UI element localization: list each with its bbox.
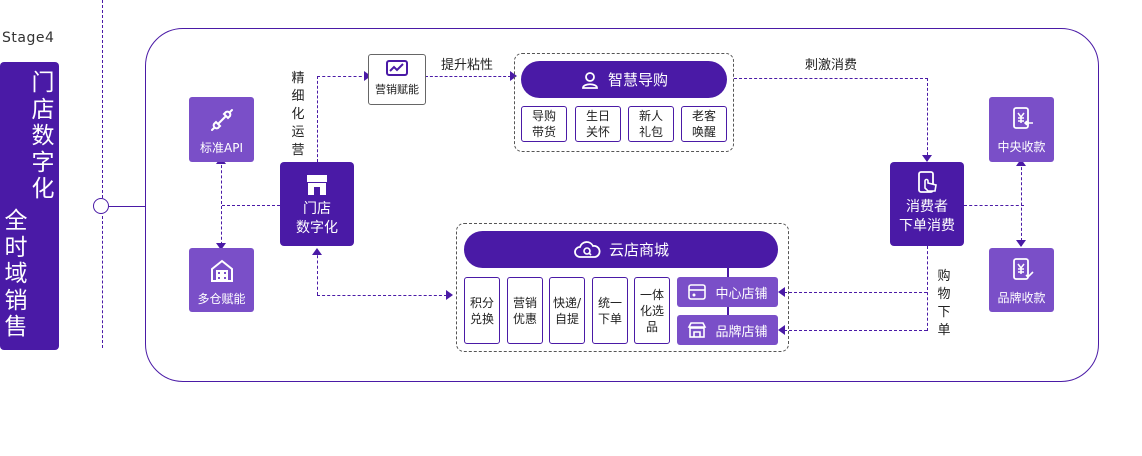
smart-to-consumer-line bbox=[734, 78, 928, 79]
cloud-item-4[interactable]: 一体 化选品 bbox=[634, 277, 670, 344]
api-label: 标准API bbox=[200, 141, 243, 155]
register-icon bbox=[688, 284, 707, 300]
store-label-1: 门店 bbox=[303, 201, 331, 217]
smart-title-pill[interactable]: 智慧导购 bbox=[521, 61, 727, 98]
cloud-item-1-line2: 优惠 bbox=[512, 311, 537, 326]
brand-collect-card[interactable]: 品牌收款 bbox=[989, 248, 1054, 312]
store-label-2: 数字化 bbox=[296, 220, 338, 236]
cloud-item-0[interactable]: 积分 兑换 bbox=[464, 277, 500, 344]
timeline-line-bottom bbox=[102, 216, 103, 348]
brand-store-button[interactable]: 品牌店铺 bbox=[677, 315, 778, 345]
timeline-node bbox=[93, 198, 109, 214]
cloud-item-1[interactable]: 营销 优惠 bbox=[507, 277, 543, 344]
cloud-search-icon bbox=[574, 240, 601, 258]
arrow-right-cloud bbox=[446, 290, 453, 300]
cloud-item-0-line1: 积分 bbox=[469, 295, 494, 310]
central-collect-card[interactable]: 中央收款 bbox=[989, 97, 1054, 162]
stage-banner: 门店数字化 全时域销售 bbox=[0, 62, 59, 350]
store-down-line bbox=[317, 250, 318, 295]
cloud-item-2[interactable]: 快递/自提 bbox=[549, 277, 585, 344]
cloud-title: 云店商城 bbox=[608, 241, 669, 259]
smart-item-3-line2: 唤醒 bbox=[691, 125, 716, 139]
banner-text-1: 门店数字化 bbox=[31, 70, 55, 202]
warehouse-card[interactable]: 多仓赋能 bbox=[189, 248, 254, 312]
marketing-card[interactable]: 营销赋能 bbox=[368, 54, 426, 105]
brand-store-label: 品牌店铺 bbox=[715, 324, 768, 340]
smart-item-1[interactable]: 生日 关怀 bbox=[575, 106, 621, 142]
smart-item-1-line2: 关怀 bbox=[585, 125, 610, 139]
consumer-side-text: 购物下单 bbox=[937, 269, 951, 338]
smart-item-2-line1: 新人 bbox=[638, 109, 663, 123]
arrow-up-store bbox=[312, 248, 322, 255]
smart-item-1-line1: 生日 bbox=[585, 109, 610, 123]
warehouse-icon bbox=[210, 259, 233, 282]
cloud-item-4-line2: 化选 bbox=[639, 303, 664, 318]
smart-title: 智慧导购 bbox=[607, 71, 668, 89]
timeline-line-top bbox=[102, 0, 103, 198]
shop-icon bbox=[688, 322, 707, 338]
cloud-item-4-line1: 一体 bbox=[639, 287, 664, 302]
collect-line bbox=[1021, 162, 1022, 246]
smart-item-3-line1: 老客 bbox=[691, 109, 716, 123]
smart-item-2[interactable]: 新人 礼包 bbox=[628, 106, 674, 142]
consumer-card[interactable]: 消费者 下单消费 bbox=[890, 162, 964, 246]
marketing-label: 营销赋能 bbox=[375, 83, 419, 96]
marketing-to-smart-text: 提升粘性 bbox=[441, 58, 494, 73]
consumer-label-1: 消费者 bbox=[906, 199, 948, 215]
order-to-brand-line bbox=[784, 330, 927, 331]
warehouse-label: 多仓赋能 bbox=[197, 292, 246, 306]
store-card[interactable]: 门店 数字化 bbox=[280, 162, 354, 246]
center-store-label: 中心店铺 bbox=[715, 286, 768, 302]
cloud-item-1-line1: 营销 bbox=[512, 295, 537, 310]
consumer-to-right-line bbox=[964, 205, 1024, 206]
yuan-check-icon bbox=[1012, 258, 1034, 280]
consumer-order-line bbox=[927, 246, 928, 331]
to-marketing-line bbox=[317, 76, 367, 77]
marketing-to-smart-line bbox=[425, 76, 511, 77]
smart-item-0[interactable]: 导购 带货 bbox=[521, 106, 567, 142]
timeline-connector bbox=[109, 206, 146, 207]
arrow-down-consumer bbox=[922, 155, 932, 162]
store-to-cloud-line bbox=[317, 295, 447, 296]
arrow-down-brand bbox=[1016, 240, 1026, 247]
cloud-item-4-line3: 品 bbox=[645, 319, 658, 334]
center-store-button[interactable]: 中心店铺 bbox=[677, 277, 778, 307]
smart-item-3[interactable]: 老客 唤醒 bbox=[681, 106, 727, 142]
cloud-item-2-line1: 快递/ bbox=[552, 295, 582, 310]
cloud-item-3-line2: 下单 bbox=[597, 311, 622, 326]
api-card[interactable]: 标准API bbox=[189, 97, 254, 162]
store-icon bbox=[307, 175, 327, 195]
cloud-item-3-line1: 统一 bbox=[597, 295, 622, 310]
cloud-item-0-line2: 兑换 bbox=[469, 311, 494, 326]
cloud-title-pill[interactable]: 云店商城 bbox=[464, 231, 778, 268]
central-collect-label: 中央收款 bbox=[997, 140, 1046, 154]
chart-monitor-icon bbox=[386, 60, 408, 76]
cloud-item-3[interactable]: 统一 下单 bbox=[592, 277, 628, 344]
stage-label: Stage4 bbox=[2, 30, 55, 46]
smart-item-0-line2: 带货 bbox=[531, 125, 556, 139]
smart-item-2-line2: 礼包 bbox=[638, 125, 663, 139]
user-icon bbox=[582, 71, 598, 89]
touch-phone-icon bbox=[918, 171, 937, 193]
store-up-line bbox=[317, 76, 318, 162]
yuan-transfer-icon bbox=[1012, 107, 1033, 129]
consumer-down-line bbox=[927, 78, 928, 160]
store-side-text: 精细化运营 bbox=[291, 71, 305, 158]
banner-text-2: 全时域销售 bbox=[4, 208, 28, 340]
order-to-center-line bbox=[784, 292, 927, 293]
brand-collect-label: 品牌收款 bbox=[997, 291, 1046, 305]
plug-icon bbox=[210, 109, 233, 131]
smart-item-0-line1: 导购 bbox=[531, 109, 556, 123]
smart-to-consumer-text: 刺激消费 bbox=[805, 58, 858, 73]
store-to-left-line bbox=[222, 205, 280, 206]
cloud-item-2-line2: 自提 bbox=[554, 311, 579, 326]
consumer-label-2: 下单消费 bbox=[899, 218, 955, 234]
